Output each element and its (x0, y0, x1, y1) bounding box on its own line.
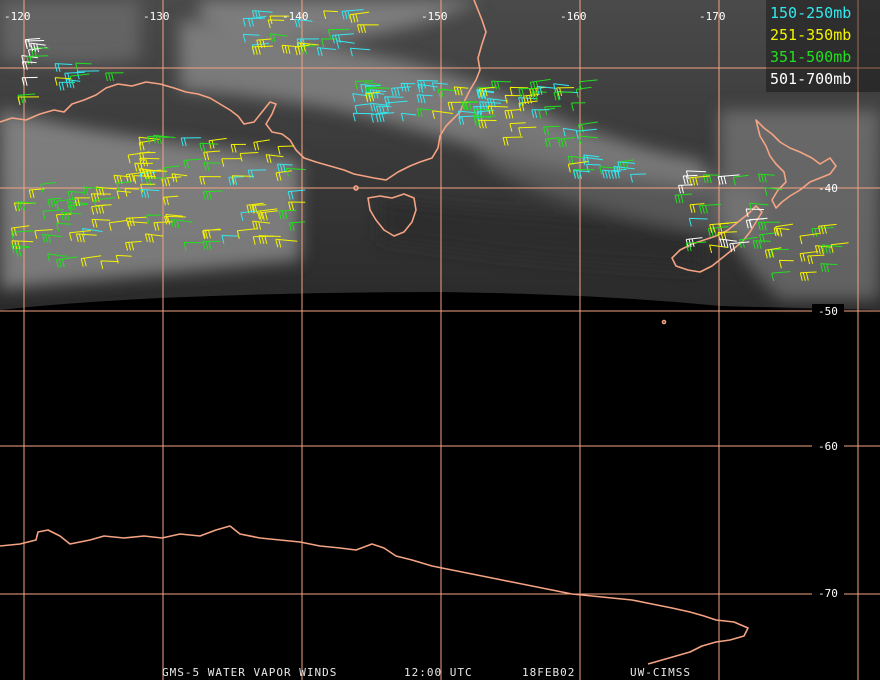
lon-label-130: -130 (143, 10, 170, 23)
lon-label-140: -140 (282, 10, 309, 23)
legend-150-250mb: 150-250mb (770, 4, 851, 22)
island-macquarie (661, 319, 667, 325)
water-vapor-wind-map: -120 -130 -140 -150 -160 -170 -40 -50 -6… (0, 0, 880, 680)
footer-time: 12:00 UTC (404, 666, 473, 679)
lon-label-150: -150 (421, 10, 448, 23)
lat-label-70: -70 (818, 587, 838, 600)
lat-label-50: -50 (818, 305, 838, 318)
lon-label-170: -170 (699, 10, 726, 23)
lon-label-120: -120 (4, 10, 31, 23)
footer-caption: GMS-5 WATER VAPOR WINDS 12:00 UTC 18FEB0… (162, 666, 691, 679)
legend-251-350mb: 251-350mb (770, 26, 851, 44)
lon-label-160: -160 (560, 10, 587, 23)
legend-501-700mb: 501-700mb (770, 70, 851, 88)
lat-label-60: -60 (818, 440, 838, 453)
lat-label-40: -40 (818, 182, 838, 195)
footer-product: GMS-5 WATER VAPOR WINDS (162, 666, 337, 679)
coastline-antarctica (0, 525, 749, 665)
legend-351-500mb: 351-500mb (770, 48, 851, 66)
footer-source: UW-CIMSS (630, 666, 691, 679)
footer-date: 18FEB02 (522, 666, 575, 679)
legend: 150-250mb 251-350mb 351-500mb 501-700mb (766, 0, 880, 92)
